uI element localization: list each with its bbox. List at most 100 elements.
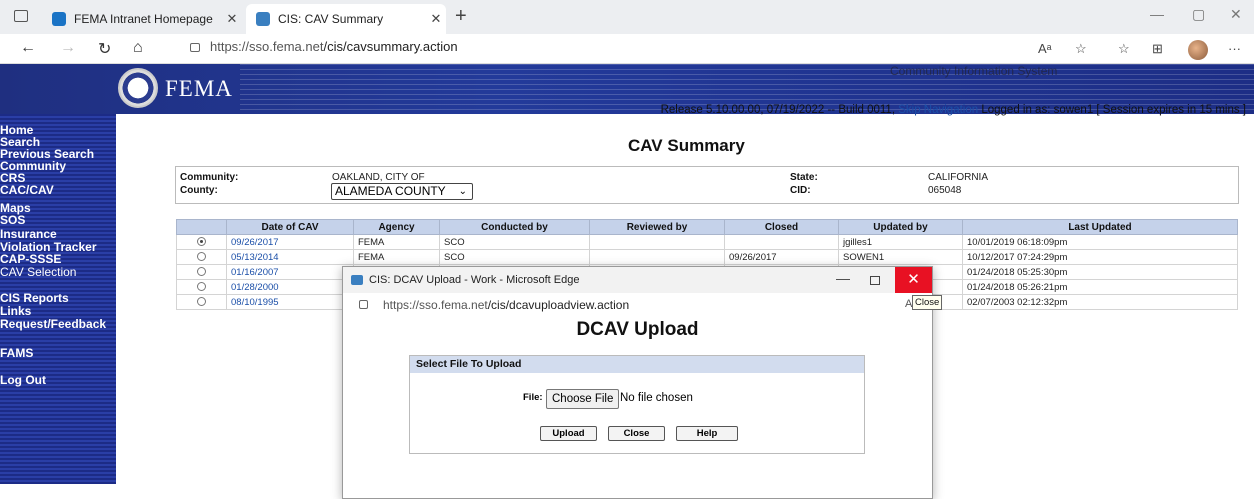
date-link[interactable]: 09/26/2017 xyxy=(226,234,354,250)
tab-close-icon[interactable]: ✕ xyxy=(222,11,242,27)
skip-navigation-link[interactable]: Skip Navigation xyxy=(898,104,978,116)
refresh-icon[interactable]: ↻ xyxy=(98,39,111,59)
row-radio-cell[interactable] xyxy=(176,264,227,280)
file-status: No file chosen xyxy=(620,392,693,404)
table-row[interactable]: 05/13/2014 FEMA SCO 09/26/2017 SOWEN1 10… xyxy=(176,249,1238,265)
nav-request-feedback[interactable]: Request/Feedback xyxy=(0,317,106,331)
cis-favicon-icon xyxy=(256,12,270,26)
minimize-icon[interactable]: — xyxy=(1150,6,1164,22)
maximize-icon[interactable]: ▢ xyxy=(1192,6,1205,23)
nav-log-out[interactable]: Log Out xyxy=(0,373,46,387)
nav-fams[interactable]: FAMS xyxy=(0,346,33,360)
nav-sos[interactable]: SOS xyxy=(0,213,25,227)
read-aloud-icon[interactable]: Aᵃ xyxy=(1038,41,1052,56)
row-radio-cell[interactable] xyxy=(176,279,227,295)
left-nav: Home Search Previous Search Community CR… xyxy=(0,114,116,484)
release-info: Release 5.10.00.00, 07/19/2022 -- Build … xyxy=(660,104,899,116)
favorites-icon[interactable]: ☆ xyxy=(1118,41,1130,57)
agency-cell: FEMA xyxy=(353,249,440,265)
last-updated-cell: 02/07/2003 02:12:32pm xyxy=(962,294,1238,310)
date-link[interactable]: 01/16/2007 xyxy=(226,264,354,280)
nav-cac-cav[interactable]: CAC/CAV xyxy=(0,183,54,197)
nav-cis-reports[interactable]: CIS Reports xyxy=(0,291,69,305)
home-icon[interactable]: ⌂ xyxy=(133,39,143,57)
file-label: File: xyxy=(523,392,543,403)
nav-insurance[interactable]: Insurance xyxy=(0,227,57,241)
agency-cell: FEMA xyxy=(353,234,440,250)
nav-cap-ssse[interactable]: CAP-SSSE xyxy=(0,252,61,266)
col-last-updated: Last Updated xyxy=(962,219,1238,235)
upload-button[interactable]: Upload xyxy=(540,426,597,441)
more-icon[interactable]: ··· xyxy=(1228,41,1241,56)
lock-icon xyxy=(190,43,200,52)
col-agency: Agency xyxy=(353,219,440,235)
popup-close-icon[interactable]: ✕ xyxy=(895,267,932,293)
choose-file-button[interactable]: Choose File xyxy=(546,389,620,409)
tab-close-icon[interactable]: ✕ xyxy=(426,11,446,27)
row-radio[interactable] xyxy=(197,282,206,291)
cid-label: CID: xyxy=(790,185,811,196)
row-radio[interactable] xyxy=(197,237,206,246)
last-updated-cell: 01/24/2018 05:26:21pm xyxy=(962,279,1238,295)
back-icon[interactable]: ← xyxy=(20,39,36,57)
popup-title-bar[interactable]: CIS: DCAV Upload - Work - Microsoft Edge… xyxy=(343,267,932,293)
system-name: Community Information System xyxy=(890,64,1058,78)
col-date-of-cav: Date of CAV xyxy=(226,219,354,235)
page-title: CAV Summary xyxy=(628,136,745,155)
popup-window-title: CIS: DCAV Upload - Work - Microsoft Edge xyxy=(369,274,580,286)
close-window-icon[interactable]: ✕ xyxy=(1230,6,1242,23)
date-link[interactable]: 08/10/1995 xyxy=(226,294,354,310)
collections-icon[interactable]: ⊞ xyxy=(1152,41,1163,57)
updated-by-cell: SOWEN1 xyxy=(838,249,963,265)
col-conducted-by: Conducted by xyxy=(439,219,590,235)
fema-favicon-icon xyxy=(52,12,66,26)
tab-title: FEMA Intranet Homepage xyxy=(74,12,213,26)
close-tooltip: Close xyxy=(912,295,943,310)
county-label: County: xyxy=(180,185,218,196)
community-info-box: Community: OAKLAND, CITY OF County: ALAM… xyxy=(175,166,1239,204)
state-label: State: xyxy=(790,172,818,183)
reviewed-cell xyxy=(589,234,725,250)
date-link[interactable]: 01/28/2000 xyxy=(226,279,354,295)
help-button[interactable]: Help xyxy=(676,426,738,441)
state-value: CALIFORNIA xyxy=(928,172,989,183)
url-field[interactable]: https://sso.fema.net/cis/cavsummary.acti… xyxy=(190,39,458,54)
chevron-down-icon: ⌄ xyxy=(458,186,467,197)
popup-url-path: /cis/dcavuploadview.action xyxy=(487,298,630,312)
tab-fema-intranet[interactable]: FEMA Intranet Homepage ✕ xyxy=(42,4,242,34)
col-reviewed-by: Reviewed by xyxy=(589,219,725,235)
nav-links[interactable]: Links xyxy=(0,304,31,318)
county-select[interactable]: ALAMEDA COUNTY ⌄ xyxy=(331,183,473,200)
date-link[interactable]: 05/13/2014 xyxy=(226,249,354,265)
row-radio-cell[interactable] xyxy=(176,294,227,310)
dcav-upload-window: CIS: DCAV Upload - Work - Microsoft Edge… xyxy=(342,266,943,499)
row-radio-cell[interactable] xyxy=(176,249,227,265)
dhs-seal-icon xyxy=(118,68,158,108)
row-radio[interactable] xyxy=(197,267,206,276)
row-radio-cell[interactable] xyxy=(176,234,227,250)
row-radio[interactable] xyxy=(197,252,206,261)
upload-panel: Select File To Upload File: Choose File … xyxy=(409,355,865,454)
new-tab-icon[interactable]: + xyxy=(455,5,467,28)
popup-maximize-icon[interactable] xyxy=(870,276,880,285)
url-host: https://sso.fema.net xyxy=(210,39,324,54)
table-header-row: Date of CAV Agency Conducted by Reviewed… xyxy=(176,219,1238,235)
community-value: OAKLAND, CITY OF xyxy=(332,172,425,183)
forward-icon[interactable]: → xyxy=(60,39,76,57)
favorites-add-icon[interactable]: ☆ xyxy=(1075,41,1087,57)
fema-logo: FEMA xyxy=(165,76,233,101)
close-button[interactable]: Close xyxy=(608,426,665,441)
conducted-cell: SCO xyxy=(439,249,590,265)
col-select xyxy=(176,219,227,235)
profile-icon[interactable] xyxy=(1188,40,1208,60)
col-closed: Closed xyxy=(724,219,839,235)
last-updated-cell: 01/24/2018 05:25:30pm xyxy=(962,264,1238,280)
tab-actions-icon[interactable] xyxy=(14,10,28,22)
table-row[interactable]: 09/26/2017 FEMA SCO jgilles1 10/01/2019 … xyxy=(176,234,1238,250)
tab-cav-summary[interactable]: CIS: CAV Summary ✕ xyxy=(246,4,446,34)
release-bar: Release 5.10.00.00, 07/19/2022 -- Build … xyxy=(0,104,1254,116)
nav-cav-selection[interactable]: CAV Selection xyxy=(0,265,76,279)
row-radio[interactable] xyxy=(197,297,206,306)
popup-minimize-icon[interactable]: — xyxy=(836,270,850,286)
last-updated-cell: 10/01/2019 06:18:09pm xyxy=(962,234,1238,250)
